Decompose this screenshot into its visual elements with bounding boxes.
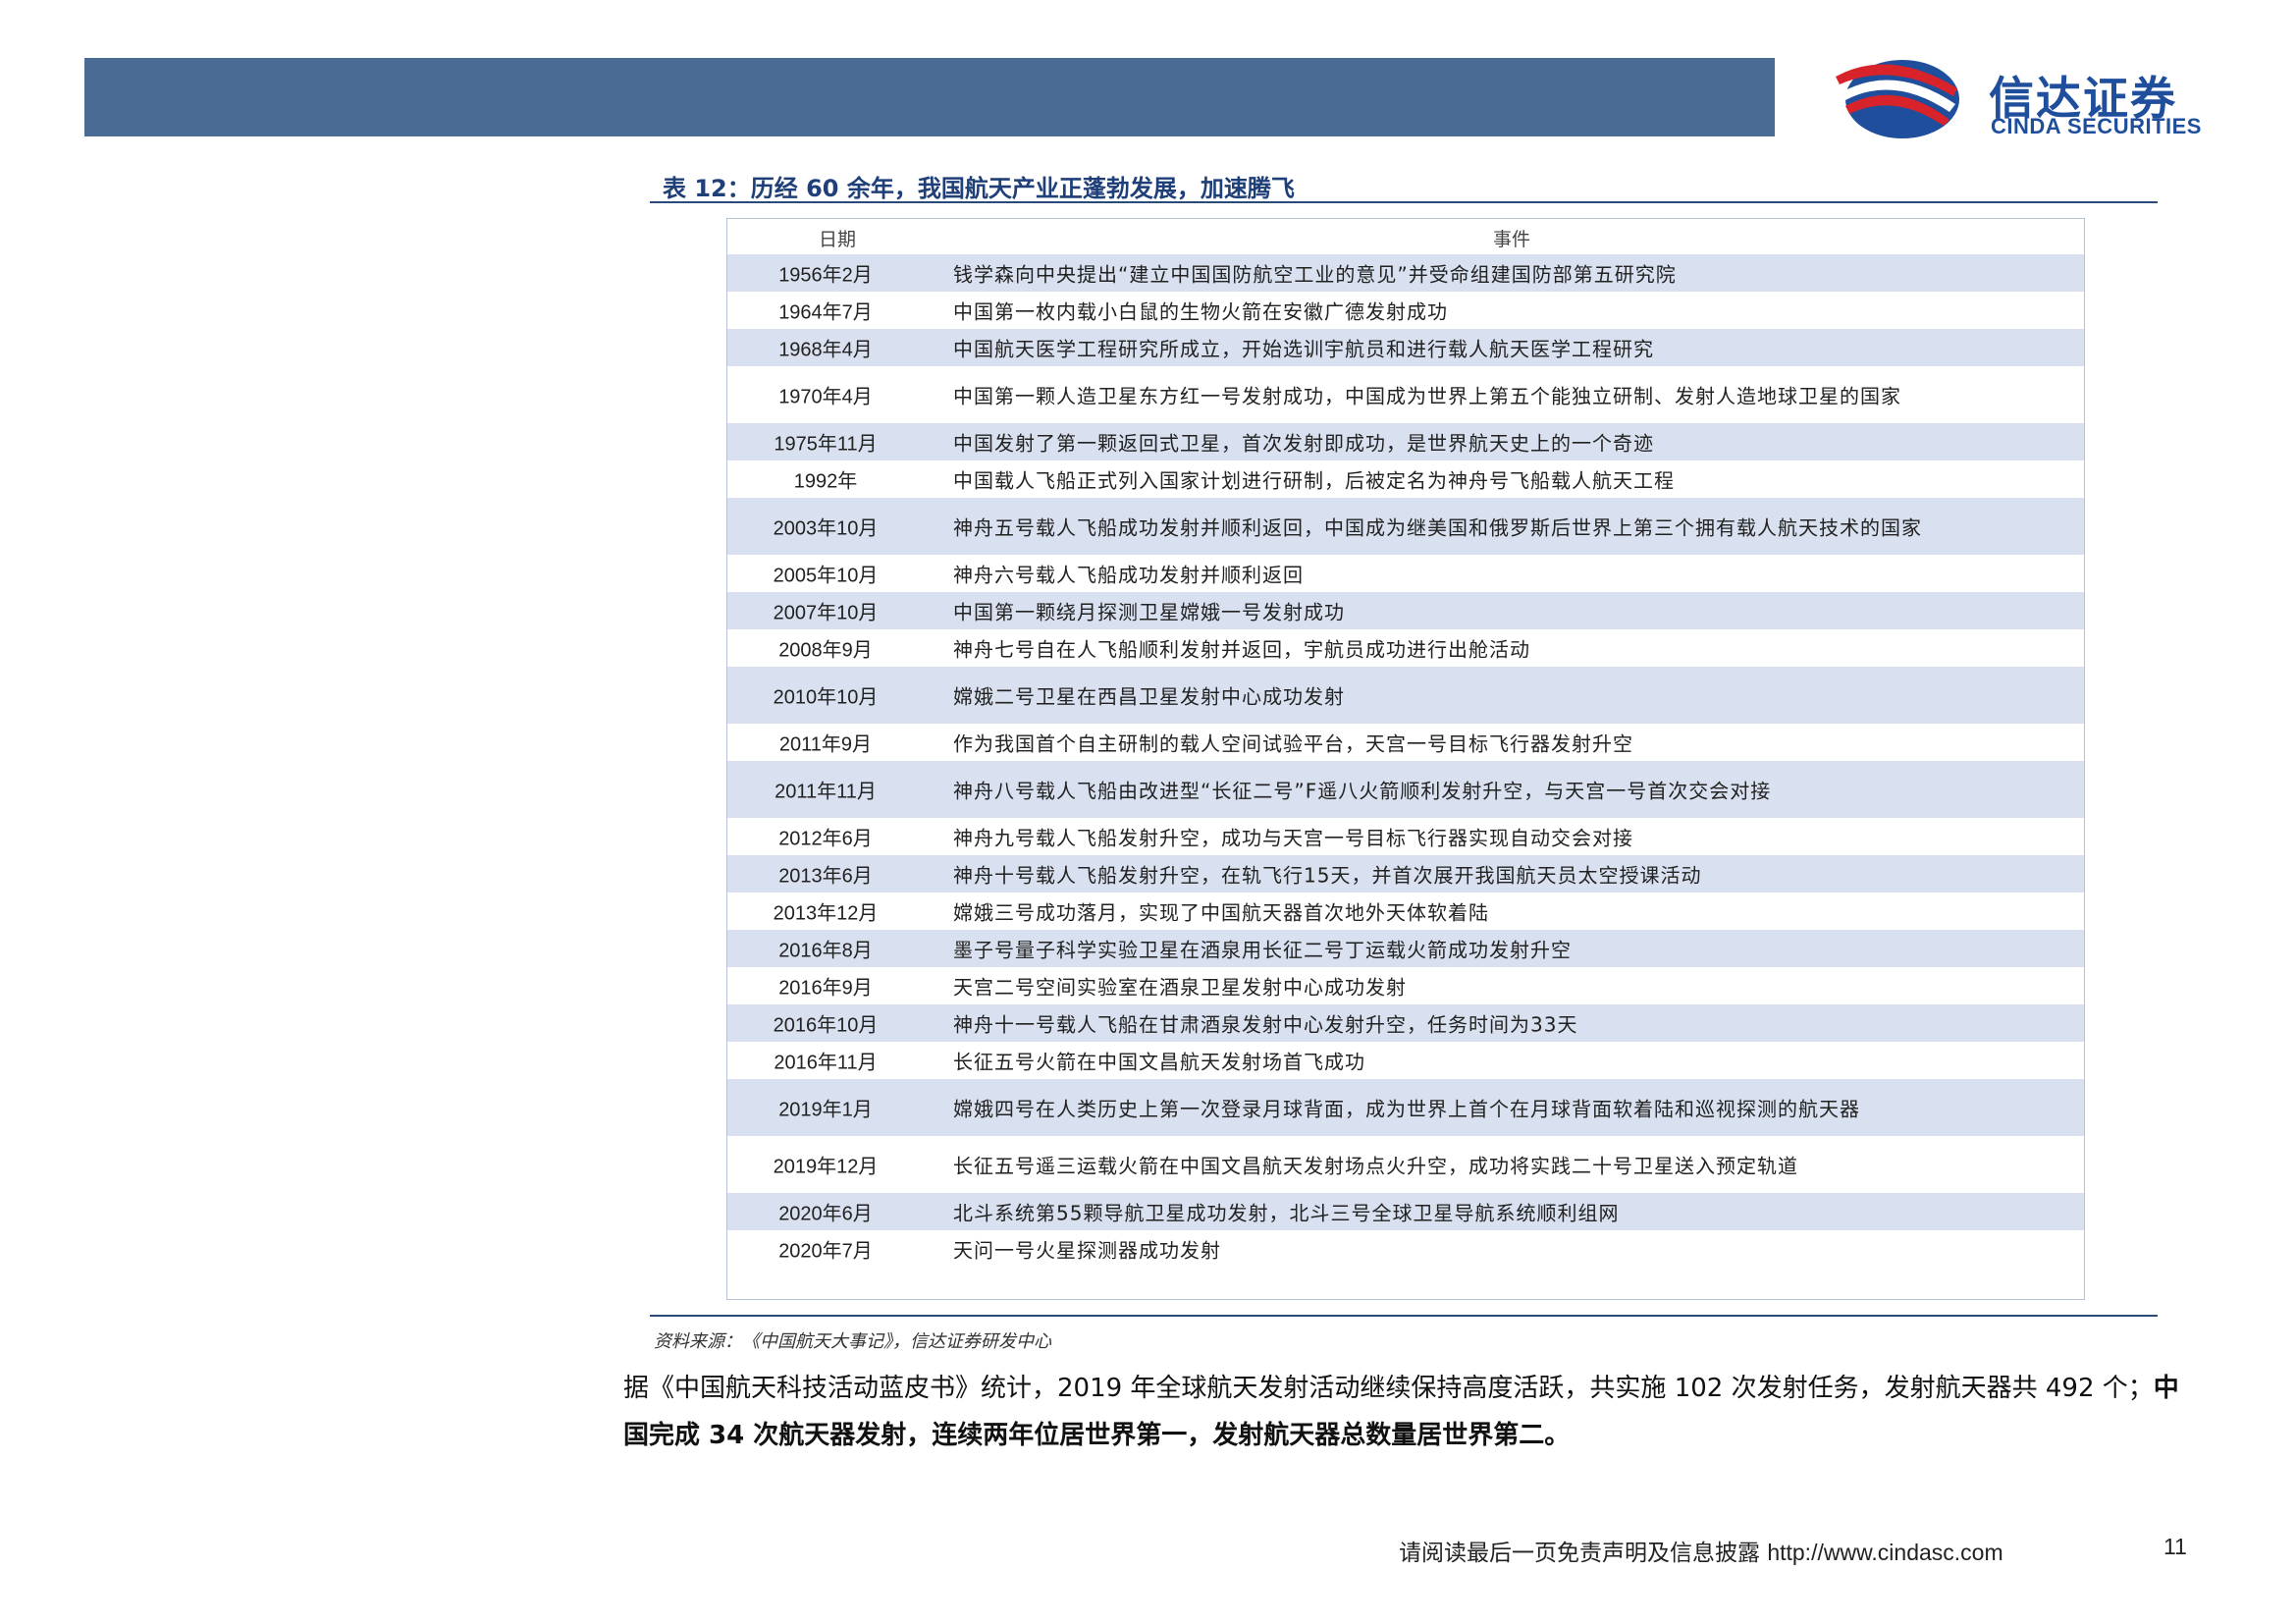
row-event: 嫦娥四号在人类历史上第一次登录月球背面，成为世界上首个在月球背面软着陆和巡视探测… [953,1097,1860,1121]
table-row: 2016年8月 墨子号量子科学实验卫星在酒泉用长征二号丁运载火箭成功发射升空 [727,930,2084,967]
row-date: 2016年9月 [778,977,873,1000]
table-row: 2013年6月 神舟十号载人飞船发射升空，在轨飞行15天，并首次展开我国航天员太空… [727,855,2084,893]
row-event: 嫦娥二号卫星在西昌卫星发射中心成功发射 [953,684,1345,709]
table-row: 2020年6月 北斗系统第55颗导航卫星成功发射，北斗三号全球卫星导航系统顺利组网 [727,1193,2084,1230]
table-row: 2005年10月 神舟六号载人飞船成功发射并顺利返回 [727,555,2084,592]
column-header-event: 事件 [1493,229,1531,250]
table-row: 2016年10月 神舟十一号载人飞船在甘肃酒泉发射中心发射升空，任务时间为33天 [727,1004,2084,1042]
row-event: 中国第一颗绕月探测卫星嫦娥一号发射成功 [953,600,1345,624]
table-title: 表 12：历经 60 余年，我国航天产业正蓬勃发展，加速腾飞 [663,175,1295,202]
row-date: 2020年6月 [778,1203,873,1225]
table-row: 2007年10月 中国第一颗绕月探测卫星嫦娥一号发射成功 [727,592,2084,629]
table-row: 2010年10月 嫦娥二号卫星在西昌卫星发射中心成功发射 [727,667,2084,724]
row-date: 2007年10月 [773,602,879,624]
table-row: 1975年11月 中国发射了第一颗返回式卫星，首次发射即成功，是世界航天史上的一个… [727,423,2084,460]
table-row: 2019年12月 长征五号遥三运载火箭在中国文昌航天发射场点火升空，成功将实践二十… [727,1136,2084,1193]
row-date: 2010年10月 [773,686,879,709]
row-event: 神舟十号载人飞船发射升空，在轨飞行15天，并首次展开我国航天员太空授课活动 [953,863,1702,888]
table-row: 1968年4月 中国航天医学工程研究所成立，开始选训宇航员和进行载人航天医学工程研… [727,329,2084,366]
table-row: 1970年4月 中国第一颗人造卫星东方红一号发射成功，中国成为世界上第五个能独立研… [727,366,2084,423]
row-date: 2013年6月 [778,865,873,888]
table-row: 2012年6月 神舟九号载人飞船发射升空，成功与天宫一号目标飞行器实现自动交会对接 [727,818,2084,855]
table-row: 2003年10月 神舟五号载人飞船成功发射并顺利返回，中国成为继美国和俄罗斯后世界… [727,498,2084,555]
row-event: 神舟八号载人飞船由改进型“长征二号”F遥八火箭顺利发射升空，与天宫一号首次交会对… [953,779,1772,803]
row-date: 2012年6月 [778,828,873,850]
row-date: 2016年11月 [774,1052,878,1074]
column-header-date: 日期 [819,229,857,250]
row-date: 2013年12月 [773,902,879,925]
row-event: 神舟六号载人飞船成功发射并顺利返回 [953,563,1304,587]
row-event: 神舟五号载人飞船成功发射并顺利返回，中国成为继美国和俄罗斯后世界上第三个拥有载人… [953,515,1922,540]
row-date: 1964年7月 [778,301,873,324]
row-event: 长征五号火箭在中国文昌航天发射场首飞成功 [953,1050,1365,1074]
row-date: 2019年12月 [773,1156,879,1178]
row-date: 2011年9月 [778,733,873,756]
row-event: 神舟十一号载人飞船在甘肃酒泉发射中心发射升空，任务时间为33天 [953,1012,1578,1037]
row-date: 1970年4月 [778,386,873,408]
row-event: 天宫二号空间实验室在酒泉卫星发射中心成功发射 [953,975,1407,1000]
header-bar [84,58,1775,136]
table-row: 1992年 中国载人飞船正式列入国家计划进行研制，后被定名为神舟号飞船载人航天工程 [727,460,2084,498]
row-event: 中国第一枚内载小白鼠的生物火箭在安徽广德发射成功 [953,299,1448,324]
events-table: 日期 事件 1956年2月 钱学森向中央提出“建立中国国防航空工业的意见”并受命组… [726,218,2085,1300]
row-event: 作为我国首个自主研制的载人空间试验平台，天宫一号目标飞行器发射升空 [953,731,1633,756]
row-date: 2016年10月 [773,1014,879,1037]
row-event: 神舟七号自在人飞船顺利发射并返回，宇航员成功进行出舱活动 [953,637,1530,662]
row-date: 2019年1月 [778,1099,873,1121]
row-date: 2011年11月 [774,781,877,803]
table-row: 2016年11月 长征五号火箭在中国文昌航天发射场首飞成功 [727,1042,2084,1079]
row-date: 2003年10月 [773,517,879,540]
table-row: 1964年7月 中国第一枚内载小白鼠的生物火箭在安徽广德发射成功 [727,292,2084,329]
row-date: 2016年8月 [778,940,873,962]
table-header: 日期 事件 [727,219,2084,254]
paragraph-normal-text: 据《中国航天科技活动蓝皮书》统计，2019 年全球航天发射活动继续保持高度活跃，… [623,1374,2154,1403]
row-date: 1956年2月 [778,264,873,287]
row-event: 嫦娥三号成功落月，实现了中国航天器首次地外天体软着陆 [953,900,1489,925]
table-row: 1956年2月 钱学森向中央提出“建立中国国防航空工业的意见”并受命组建国防部第五… [727,254,2084,292]
top-rule [650,201,2158,203]
row-event: 钱学森向中央提出“建立中国国防航空工业的意见”并受命组建国防部第五研究院 [953,262,1677,287]
bottom-rule [650,1315,2158,1317]
table-row: 2013年12月 嫦娥三号成功落月，实现了中国航天器首次地外天体软着陆 [727,893,2084,930]
row-date: 1968年4月 [778,339,873,361]
table-row: 2019年1月 嫦娥四号在人类历史上第一次登录月球背面，成为世界上首个在月球背面软… [727,1079,2084,1136]
footer-url-link[interactable]: http://www.cindasc.com [1767,1540,2002,1565]
logo: 信达证券 CINDA SECURITIES [1832,55,2234,143]
row-event: 中国发射了第一颗返回式卫星，首次发射即成功，是世界航天史上的一个奇迹 [953,431,1654,456]
row-event: 天问一号火星探测器成功发射 [953,1238,1221,1263]
row-date: 1975年11月 [774,433,878,456]
row-event: 长征五号遥三运载火箭在中国文昌航天发射场点火升空，成功将实践二十号卫星送入预定轨… [953,1154,1798,1178]
body-paragraph: 据《中国航天科技活动蓝皮书》统计，2019 年全球航天发射活动继续保持高度活跃，… [623,1365,2184,1459]
table-row: 2016年9月 天宫二号空间实验室在酒泉卫星发射中心成功发射 [727,967,2084,1004]
cinda-logo-icon [1836,60,1959,138]
row-date: 2005年10月 [773,565,879,587]
table-row: 2011年11月 神舟八号载人飞船由改进型“长征二号”F遥八火箭顺利发射升空，与天… [727,761,2084,818]
table-row: 2008年9月 神舟七号自在人飞船顺利发射并返回，宇航员成功进行出舱活动 [727,629,2084,667]
row-date: 1992年 [793,470,858,493]
row-event: 中国第一颗人造卫星东方红一号发射成功，中国成为世界上第五个能独立研制、发射人造地… [953,384,1901,408]
row-event: 中国载人飞船正式列入国家计划进行研制，后被定名为神舟号飞船载人航天工程 [953,468,1675,493]
row-date: 2008年9月 [778,639,873,662]
row-event: 北斗系统第55颗导航卫星成功发射，北斗三号全球卫星导航系统顺利组网 [953,1201,1620,1225]
footer: 请阅读最后一页免责声明及信息披露 http://www.cindasc.com [1399,1534,2003,1567]
row-event: 墨子号量子科学实验卫星在酒泉用长征二号丁运载火箭成功发射升空 [953,938,1572,962]
source-note: 资料来源：《中国航天大事记》，信达证券研发中心 [654,1331,1051,1352]
row-date: 2020年7月 [778,1240,873,1263]
row-event: 神舟九号载人飞船发射升空，成功与天宫一号目标飞行器实现自动交会对接 [953,826,1633,850]
page-number: 11 [2163,1534,2187,1559]
row-event: 中国航天医学工程研究所成立，开始选训宇航员和进行载人航天医学工程研究 [953,337,1654,361]
table-row: 2011年9月 作为我国首个自主研制的载人空间试验平台，天宫一号目标飞行器发射升空 [727,724,2084,761]
table-row: 2020年7月 天问一号火星探测器成功发射 [727,1230,2084,1268]
logo-english-name: CINDA SECURITIES [1991,114,2202,138]
footer-disclaimer: 请阅读最后一页免责声明及信息披露 [1399,1541,1760,1566]
